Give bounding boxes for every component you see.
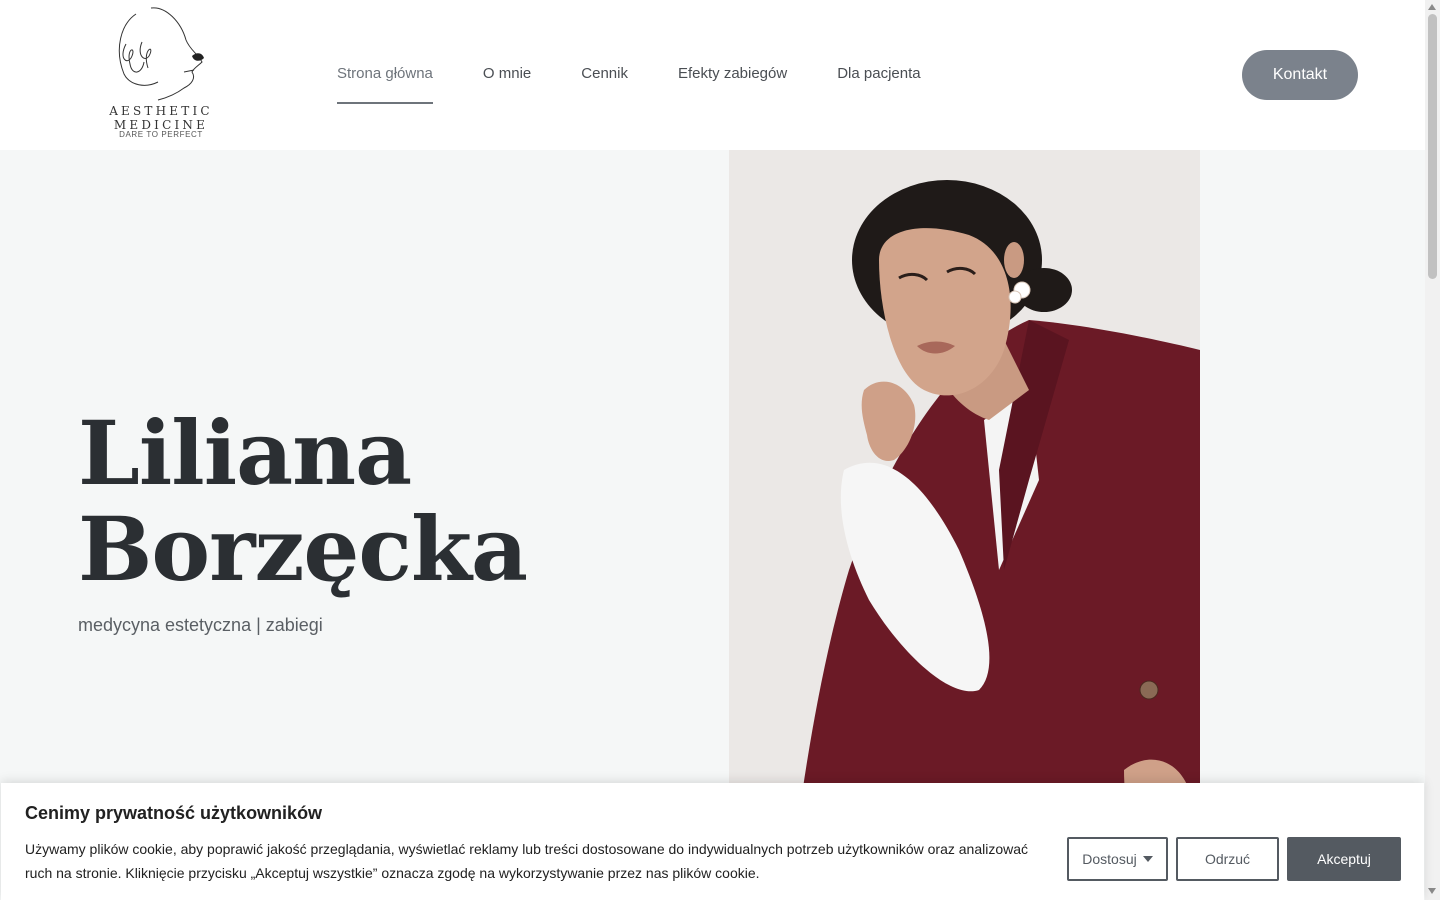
nav-item-about[interactable]: O mnie — [483, 52, 531, 104]
nav-item-pricing[interactable]: Cennik — [581, 52, 628, 104]
hero-title: Liliana Borzęcka — [78, 405, 528, 597]
customize-label: Dostosuj — [1082, 851, 1137, 867]
cookie-title: Cenimy prywatność użytkowników — [25, 803, 323, 823]
cookie-description: Używamy plików cookie, aby poprawić jako… — [25, 841, 1029, 881]
scroll-up-arrow-icon[interactable] — [1428, 4, 1436, 10]
logo-wordmark: AESTHETIC MEDICINE — [109, 104, 213, 132]
contact-button[interactable]: Kontakt — [1242, 50, 1358, 100]
nav-item-home[interactable]: Strona główna — [337, 52, 433, 104]
cookie-consent-banner: Cenimy prywatność użytkowników Używamy p… — [1, 783, 1424, 900]
nav-item-results[interactable]: Efekty zabiegów — [678, 52, 787, 104]
customize-button[interactable]: Dostosuj — [1067, 837, 1168, 881]
page-scrollbar[interactable] — [1425, 0, 1440, 900]
scroll-thumb[interactable] — [1428, 14, 1437, 279]
main-nav: Strona główna O mnie Cennik Efekty zabie… — [337, 52, 921, 104]
scroll-down-arrow-icon[interactable] — [1428, 888, 1436, 894]
hero-subtitle: medycyna estetyczna | zabiegi — [78, 615, 323, 635]
hero-title-line1: Liliana — [78, 401, 412, 505]
logo-tagline: DARE TO PERFECT — [119, 130, 203, 139]
face-line-art-icon — [118, 7, 204, 101]
caret-down-icon — [1142, 856, 1153, 862]
hero-title-line2: Borzęcka — [78, 497, 528, 601]
reject-button[interactable]: Odrzuć — [1176, 837, 1279, 881]
accept-button[interactable]: Akceptuj — [1287, 837, 1401, 881]
nav-item-patient[interactable]: Dla pacjenta — [837, 52, 920, 104]
brand-logo[interactable]: AESTHETIC MEDICINE DARE TO PERFECT — [66, 4, 256, 144]
site-header: AESTHETIC MEDICINE DARE TO PERFECT Stron… — [0, 0, 1425, 150]
